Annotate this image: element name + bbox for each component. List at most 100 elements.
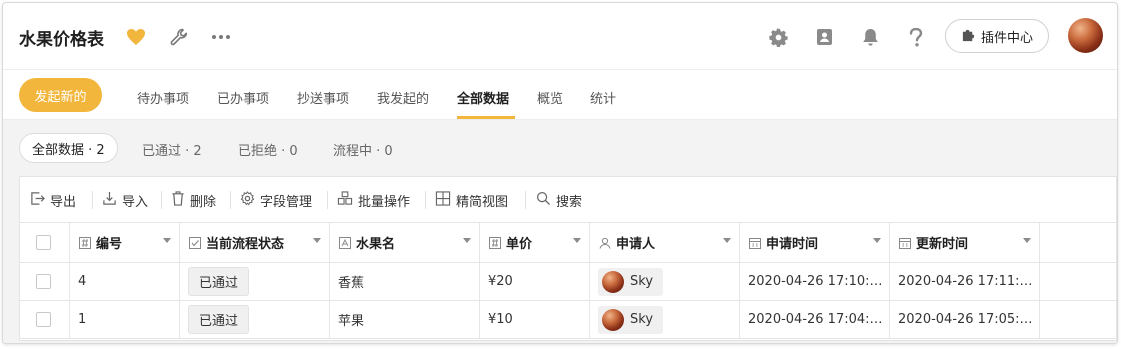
search-label: 搜索 — [556, 195, 583, 210]
filter-all[interactable]: 全部数据 · 2 — [19, 133, 118, 163]
filter-in-progress[interactable]: 流程中 · 0 — [333, 140, 393, 159]
row-checkbox-cell — [20, 263, 70, 300]
cell-id: 1 — [70, 301, 180, 338]
trash-icon — [171, 191, 185, 210]
column-label: 当前流程状态 — [206, 237, 285, 252]
field-manage-button[interactable]: 字段管理 — [240, 191, 312, 210]
tab-overview[interactable]: 概览 — [537, 88, 563, 107]
chevron-down-icon[interactable] — [573, 238, 581, 243]
cell-applied-time: 2020-04-26 17:04:… — [740, 301, 890, 338]
delete-button[interactable]: 删除 — [171, 191, 216, 210]
chevron-down-icon[interactable] — [463, 238, 471, 243]
applicant-name: Sky — [630, 312, 654, 327]
batch-operation-button[interactable]: 批量操作 — [337, 191, 410, 210]
gear-icon — [240, 191, 255, 210]
column-header-id[interactable]: 编号 — [70, 223, 180, 262]
column-label: 申请人 — [616, 237, 656, 252]
search-button[interactable]: 搜索 — [536, 191, 582, 210]
divider — [92, 191, 93, 209]
column-header-fruit[interactable]: 水果名 — [330, 223, 480, 262]
avatar — [602, 270, 624, 293]
export-button[interactable]: 导出 — [30, 191, 76, 210]
batch-icon — [337, 191, 353, 210]
applicant-name: Sky — [630, 274, 654, 289]
puzzle-icon — [961, 27, 976, 46]
cell-updated-time: 2020-04-26 17:05:… — [890, 301, 1040, 338]
cell-price: ¥10 — [480, 301, 590, 338]
app-header: 水果价格表 插件中心 — [3, 3, 1117, 70]
search-icon — [536, 191, 551, 210]
column-header-applicant[interactable]: 申请人 — [590, 223, 740, 262]
tab-todo[interactable]: 待办事项 — [137, 88, 189, 107]
chevron-down-icon[interactable] — [313, 238, 321, 243]
chevron-down-icon[interactable] — [873, 238, 881, 243]
new-request-button[interactable]: 发起新的 — [19, 78, 102, 112]
content-area: 全部数据 · 2 已通过 · 2 已拒绝 · 0 流程中 · 0 导出 导入 删… — [3, 120, 1117, 343]
column-header-applied-time[interactable]: 申请时间 — [740, 223, 890, 262]
chevron-down-icon[interactable] — [1023, 238, 1031, 243]
wrench-icon[interactable] — [169, 27, 189, 47]
simple-view-label: 精简视图 — [456, 195, 509, 210]
user-chip[interactable]: Sky — [598, 305, 664, 334]
user-field-icon — [598, 236, 612, 250]
select-all-checkbox[interactable] — [36, 235, 51, 250]
contacts-icon[interactable] — [814, 27, 834, 47]
toolbar: 导出 导入 删除 字段管理 批量操作 精简视图 搜索 — [20, 177, 1116, 223]
divider — [327, 191, 328, 209]
tab-initiated[interactable]: 我发起的 — [377, 88, 429, 107]
heart-icon[interactable] — [126, 27, 146, 47]
import-button[interactable]: 导入 — [102, 191, 148, 210]
cell-updated-time: 2020-04-26 17:11:… — [890, 263, 1040, 300]
user-avatar[interactable] — [1068, 18, 1103, 53]
cell-status: 已通过 — [180, 301, 330, 338]
table-row[interactable]: 1 已通过 苹果 ¥10 Sky 2020-04-26 17:04:… 2020… — [20, 301, 1116, 339]
more-icon[interactable] — [211, 27, 231, 47]
divider — [525, 191, 526, 209]
cell-fruit: 香蕉 — [330, 263, 480, 300]
help-icon[interactable] — [906, 27, 926, 47]
chevron-down-icon[interactable] — [163, 238, 171, 243]
tab-statistics[interactable]: 统计 — [590, 88, 616, 107]
plugin-center-button[interactable]: 插件中心 — [945, 19, 1049, 53]
divider — [230, 191, 231, 209]
user-chip[interactable]: Sky — [598, 267, 664, 296]
settings-icon[interactable] — [768, 27, 788, 47]
number-field-icon — [78, 236, 92, 250]
row-checkbox[interactable] — [36, 274, 51, 289]
calendar-icon — [748, 236, 762, 250]
page-title: 水果价格表 — [19, 30, 104, 50]
app-window: 水果价格表 插件中心 发起新的 待办事项 已办事项 抄送事项 我发起的 全部数据… — [2, 2, 1118, 344]
bell-icon[interactable] — [860, 27, 880, 47]
row-checkbox[interactable] — [36, 312, 51, 327]
cell-status: 已通过 — [180, 263, 330, 300]
export-icon — [30, 191, 45, 210]
simple-view-button[interactable]: 精简视图 — [435, 191, 508, 210]
chevron-down-icon[interactable] — [723, 238, 731, 243]
number-field-icon — [488, 236, 502, 250]
filter-rejected[interactable]: 已拒绝 · 0 — [238, 140, 298, 159]
divider — [161, 191, 162, 209]
column-label: 单价 — [506, 237, 533, 252]
tab-all-data[interactable]: 全部数据 — [457, 88, 509, 107]
column-header-updated-time[interactable]: 更新时间 — [890, 223, 1040, 262]
column-header-status[interactable]: 当前流程状态 — [180, 223, 330, 262]
export-label: 导出 — [50, 195, 77, 210]
divider — [425, 191, 426, 209]
cell-price: ¥20 — [480, 263, 590, 300]
filter-approved[interactable]: 已通过 · 2 — [142, 140, 202, 159]
tab-cc[interactable]: 抄送事项 — [297, 88, 349, 107]
status-badge: 已通过 — [188, 267, 250, 296]
checkbox-field-icon — [188, 236, 202, 250]
delete-label: 删除 — [190, 195, 217, 210]
cell-fruit: 苹果 — [330, 301, 480, 338]
tab-done[interactable]: 已办事项 — [217, 88, 269, 107]
table-row[interactable]: 4 已通过 香蕉 ¥20 Sky 2020-04-26 17:10:… 2020… — [20, 263, 1116, 301]
status-badge: 已通过 — [188, 305, 250, 334]
column-header-price[interactable]: 单价 — [480, 223, 590, 262]
header-checkbox-cell — [20, 223, 70, 262]
active-tab-indicator — [457, 116, 515, 119]
import-icon — [102, 191, 117, 210]
column-label: 申请时间 — [766, 237, 819, 252]
cell-applied-time: 2020-04-26 17:10:… — [740, 263, 890, 300]
plugin-center-label: 插件中心 — [980, 30, 1033, 46]
